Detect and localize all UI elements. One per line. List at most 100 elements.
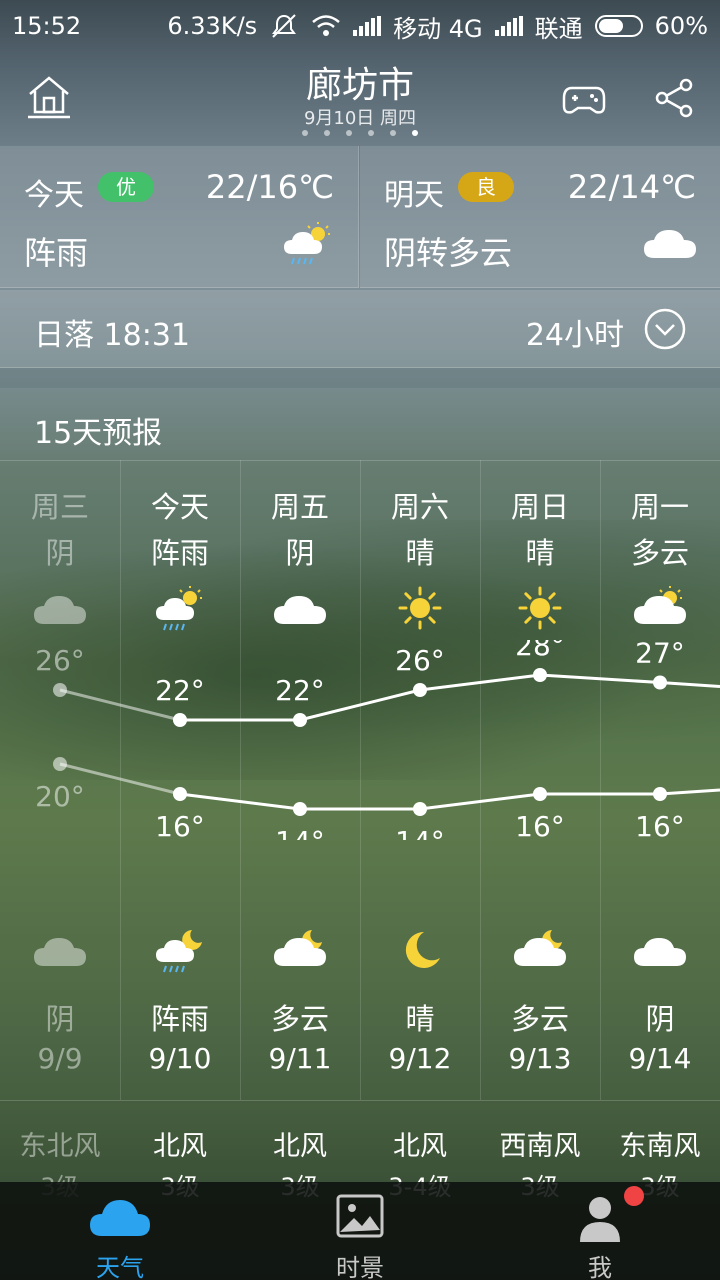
signal-icon <box>353 16 382 36</box>
today-condition: 阵雨 <box>24 234 89 272</box>
day-date: 9/10 <box>148 1042 212 1075</box>
temperature-chart: 26° 20° 22° 16° 22° 14° 26° 14° 28° 16° 27° 16° <box>35 640 720 840</box>
low-temp-label: 14° <box>275 825 325 840</box>
high-temp-point <box>173 713 187 727</box>
night-condition: 多云 <box>510 1002 569 1036</box>
status-time: 15:52 <box>12 12 82 40</box>
day-name: 周五 <box>270 490 329 524</box>
night-condition: 阵雨 <box>150 1002 209 1036</box>
temp-line <box>179 788 720 811</box>
tab-me[interactable]: 我 <box>480 1182 720 1280</box>
tab-label: 时景 <box>336 1254 384 1280</box>
today-temp: 22/16℃ <box>205 168 334 206</box>
night-condition: 阴 <box>45 1002 75 1036</box>
moon-icon <box>405 931 440 968</box>
tab-label: 天气 <box>96 1254 144 1280</box>
day-condition: 阴 <box>285 536 315 570</box>
network-speed: 6.33K/s <box>167 12 258 40</box>
temp-line <box>180 673 720 722</box>
tomorrow-label: 明天 <box>384 178 444 213</box>
cloud-icon <box>634 938 686 966</box>
day-condition: 晴 <box>405 536 435 570</box>
user-icon <box>580 1197 620 1242</box>
signal-icon <box>494 16 523 36</box>
battery-icon <box>594 15 643 37</box>
night-condition: 晴 <box>405 1002 435 1036</box>
carrier-1: 移动 4G <box>393 14 483 43</box>
cloud-tab-icon <box>90 1200 150 1236</box>
day-condition: 阴 <box>45 536 75 570</box>
tab-weather[interactable]: 天气 <box>0 1182 240 1280</box>
high-temp-label: 27° <box>635 640 685 670</box>
day-date: 9/11 <box>268 1042 332 1075</box>
high-temp-label: 22° <box>275 674 325 707</box>
bottom-tab-bar: 天气 时景 我 <box>0 1182 720 1280</box>
wind-direction: 北风 <box>153 1131 207 1162</box>
high-temp-point <box>293 713 307 727</box>
day-date: 9/12 <box>388 1042 452 1075</box>
tomorrow-condition: 阴转多云 <box>384 234 513 272</box>
page-indicator <box>0 130 720 136</box>
share-icon[interactable] <box>654 78 694 118</box>
tab-label: 我 <box>588 1254 612 1280</box>
tab-scenery[interactable]: 时景 <box>240 1182 480 1280</box>
chevron-down-icon[interactable] <box>644 308 686 350</box>
carrier-2: 联通 <box>534 14 583 43</box>
hourly-toggle[interactable]: 24小时 <box>526 310 624 354</box>
low-temp-point <box>293 802 307 816</box>
high-temp-point <box>413 683 427 697</box>
sun-icon <box>518 586 562 630</box>
low-temp-label: 20° <box>35 780 85 813</box>
low-temp-point <box>413 802 427 816</box>
wifi-icon <box>312 15 340 36</box>
day-date: 9/13 <box>508 1042 572 1075</box>
shower-moon-icon <box>156 930 202 973</box>
current-date: 9月10日 周四 <box>303 108 417 129</box>
day-condition: 多云 <box>630 536 689 570</box>
low-temp-label: 16° <box>635 810 685 840</box>
gamepad-icon[interactable] <box>562 80 606 120</box>
day-name: 今天 <box>150 490 209 524</box>
partly-cloudy-moon-icon <box>514 930 566 966</box>
partly-cloudy-sun-icon <box>634 586 686 624</box>
day-condition: 晴 <box>525 536 555 570</box>
city-name[interactable]: 廊坊市 <box>0 56 720 108</box>
day-name: 周六 <box>390 490 449 524</box>
night-condition: 多云 <box>270 1002 329 1036</box>
sun-icon <box>398 586 442 630</box>
today-card[interactable]: 今天 优 22/16℃ 阵雨 <box>0 146 359 288</box>
forecast-title: 15天预报 <box>34 416 163 451</box>
wind-direction: 北风 <box>393 1131 447 1162</box>
status-bar: 15:52 6.33K/s 移动 4G 联通 60% <box>0 0 720 52</box>
high-temp-label: 22° <box>155 674 205 707</box>
day-date: 9/14 <box>628 1042 692 1075</box>
night-condition: 阴 <box>645 1002 675 1036</box>
day-condition: 阵雨 <box>150 536 209 570</box>
wind-direction: 东北风 <box>19 1131 101 1162</box>
day-date: 9/9 <box>37 1042 83 1075</box>
low-temp-label: 14° <box>395 825 445 840</box>
low-temp-label: 16° <box>515 810 565 840</box>
wind-direction: 北风 <box>273 1131 327 1162</box>
photo-icon <box>336 1194 384 1238</box>
low-temp-label: 16° <box>155 810 205 840</box>
tomorrow-card[interactable]: 明天 良 22/14℃ 阴转多云 <box>360 146 720 288</box>
cloud-icon <box>34 596 86 624</box>
low-temp-point <box>653 787 667 801</box>
mute-icon <box>272 14 297 38</box>
high-temp-label: 28° <box>515 640 565 662</box>
app-header: 廊坊市 9月10日 周四 <box>0 52 720 144</box>
battery-level: 60% <box>654 12 708 40</box>
high-temp-point <box>53 683 67 697</box>
today-label: 今天 <box>24 178 84 213</box>
shower-sun-icon <box>284 222 330 265</box>
partly-cloudy-moon-icon <box>274 930 326 966</box>
high-temp-label: 26° <box>35 644 85 677</box>
high-temp-point <box>533 668 547 682</box>
high-temp-point <box>653 675 667 690</box>
wind-direction: 东南风 <box>619 1131 701 1162</box>
day-name: 周三 <box>30 490 89 524</box>
sunset-time: 日落 18:31 <box>34 318 190 353</box>
wind-direction: 西南风 <box>499 1131 581 1162</box>
day-name: 周一 <box>630 490 689 524</box>
